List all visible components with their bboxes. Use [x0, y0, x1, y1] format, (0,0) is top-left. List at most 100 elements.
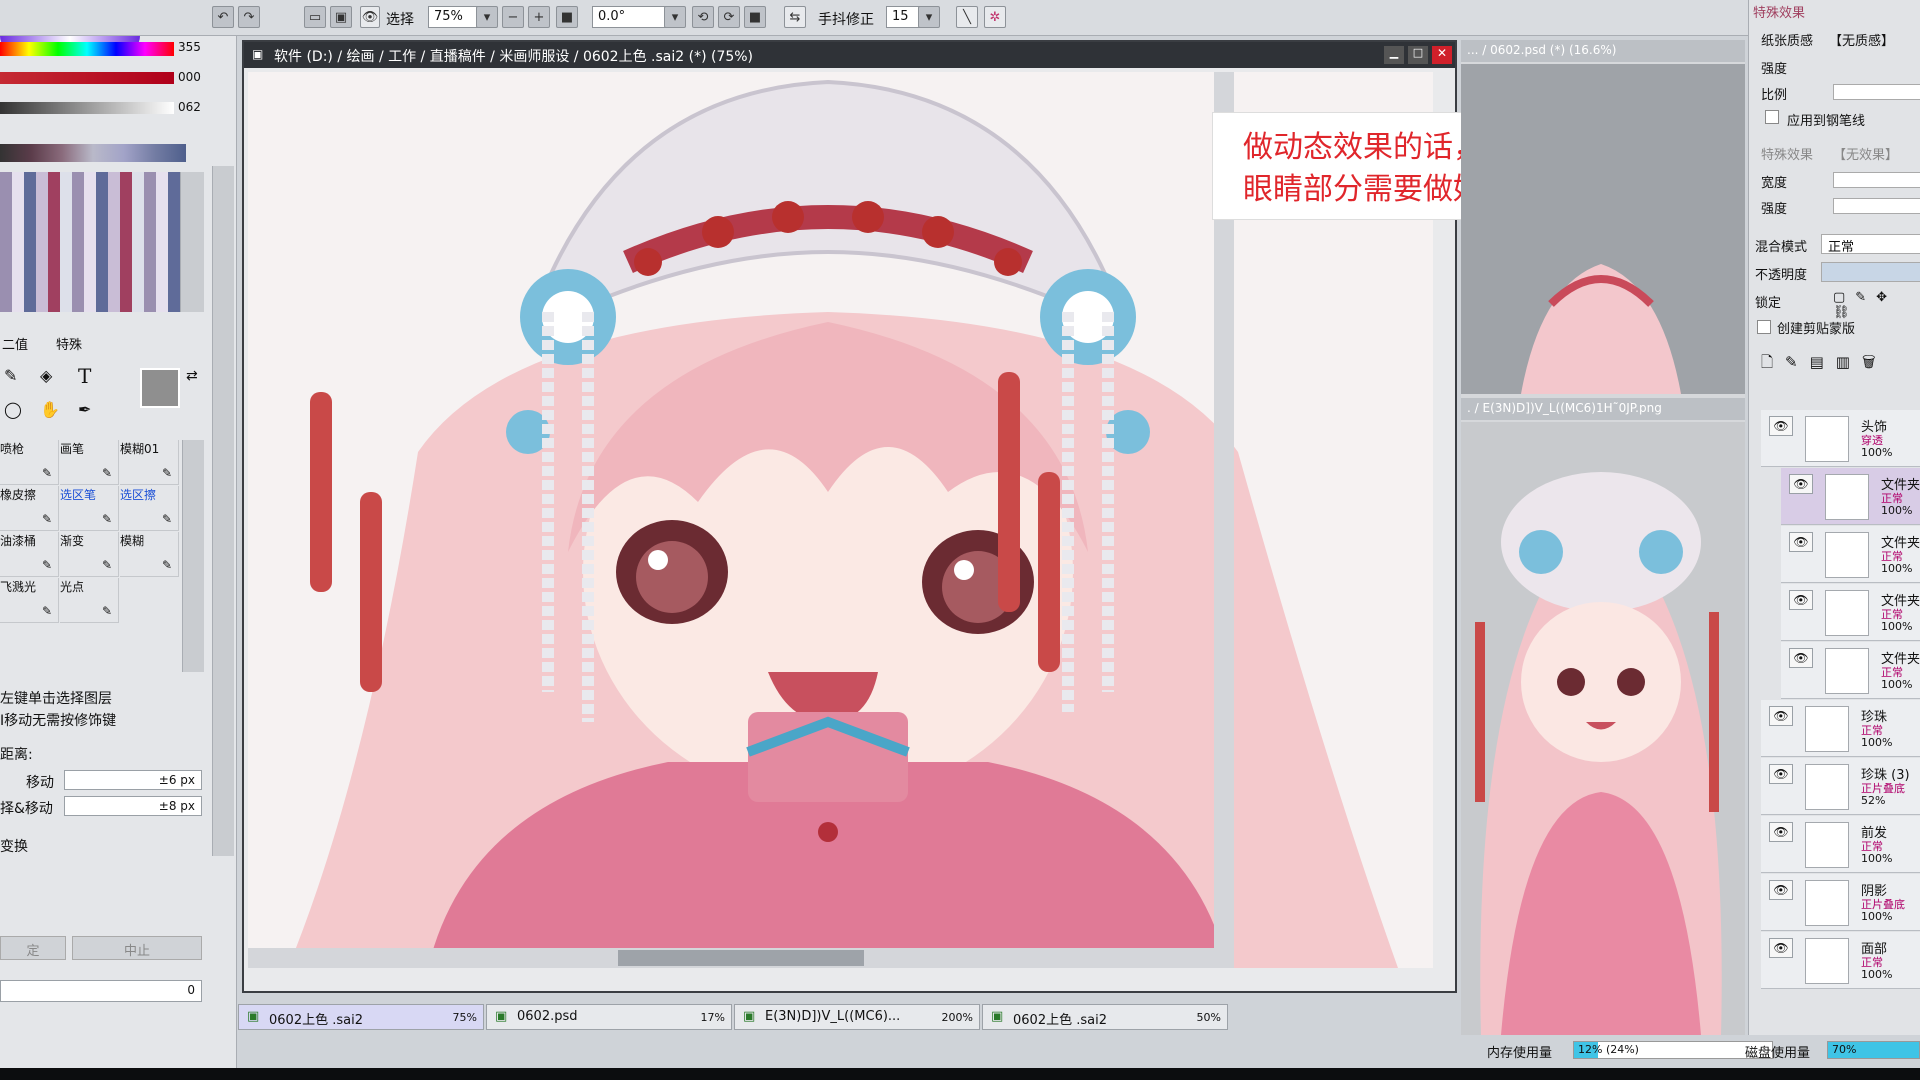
- brush-cell[interactable]: 选区擦 ✎: [120, 486, 179, 531]
- visibility-eye-icon[interactable]: 👁: [1769, 938, 1793, 958]
- tab-binary[interactable]: 二值: [2, 334, 28, 353]
- text-tool-icon[interactable]: T: [78, 364, 106, 392]
- primary-color-swatch[interactable]: [140, 368, 180, 408]
- canvas-horizontal-scrollbar[interactable]: [248, 948, 1214, 968]
- hue-slider[interactable]: [0, 42, 174, 56]
- document-tab[interactable]: ▣ 0602上色 .sai2 75%: [238, 1004, 484, 1030]
- layer-row[interactable]: 👁文件夹2正常100%: [1781, 642, 1920, 699]
- visibility-eye-icon[interactable]: 👁: [1789, 648, 1813, 668]
- brush-cell[interactable]: 渐变 ✎: [60, 532, 119, 577]
- stabilizer-field[interactable]: 15: [886, 6, 922, 28]
- visibility-eye-icon[interactable]: 👁: [1789, 474, 1813, 494]
- cancel-button[interactable]: 中止: [72, 936, 202, 960]
- brush-cell[interactable]: 喷枪 ✎: [0, 440, 59, 485]
- lock-icons[interactable]: ▢✎✥⛓: [1833, 290, 1920, 320]
- width-slider[interactable]: [1833, 172, 1920, 188]
- visibility-eye-icon[interactable]: 👁: [1789, 532, 1813, 552]
- brush-cell[interactable]: 橡皮擦 ✎: [0, 486, 59, 531]
- layer-row[interactable]: 👁 前发 正常 100%: [1761, 816, 1920, 873]
- canvas-scroll-thumb[interactable]: [618, 950, 864, 966]
- layer-row[interactable]: 👁文件夹3正常100%: [1781, 584, 1920, 641]
- snap-icon[interactable]: ✲: [984, 6, 1006, 28]
- maximize-button[interactable]: □: [1408, 46, 1428, 64]
- rotate-dropdown-icon[interactable]: ▾: [664, 6, 686, 28]
- brush-cell[interactable]: 飞溅光 ✎: [0, 578, 59, 623]
- stabilizer-dropdown-icon[interactable]: ▾: [918, 6, 940, 28]
- line-tool-icon[interactable]: ╲: [956, 6, 978, 28]
- ratio-slider[interactable]: [1833, 84, 1920, 100]
- zoom-reset-button[interactable]: ■: [556, 6, 578, 28]
- wand-icon[interactable]: ✎: [4, 366, 32, 394]
- visibility-eye-icon[interactable]: 👁: [1789, 590, 1813, 610]
- move-slider[interactable]: ±6 px: [64, 770, 202, 790]
- secondary-view-1[interactable]: [1461, 64, 1745, 394]
- color-history-strip[interactable]: [0, 144, 186, 162]
- secondary-view-2[interactable]: [1461, 422, 1745, 1035]
- zoom-dropdown-icon[interactable]: ▾: [476, 6, 498, 28]
- layer-row[interactable]: 👁 珍珠 正常 100%: [1761, 700, 1920, 757]
- visibility-eye-icon[interactable]: 👁: [1769, 416, 1793, 436]
- canvas-titlebar: ▣ 软件 (D:) / 绘画 / 工作 / 直播稿件 / 米画师服设 / 060…: [244, 42, 1455, 68]
- brush-cell[interactable]: 模糊 ✎: [120, 532, 179, 577]
- rotate-reset-button[interactable]: ■: [744, 6, 766, 28]
- paper-value[interactable]: 【无质感】: [1829, 30, 1894, 49]
- rotate-move-slider[interactable]: ±8 px: [64, 796, 202, 816]
- zoom-in-button[interactable]: +: [528, 6, 550, 28]
- rotate-left-button[interactable]: ⟲: [692, 6, 714, 28]
- brush-cell[interactable]: 光点 ✎: [60, 578, 119, 623]
- brush-cell[interactable]: 画笔 ✎: [60, 440, 119, 485]
- swap-colors-icon[interactable]: ⇄: [186, 368, 198, 384]
- lasso-icon[interactable]: ◯: [4, 400, 32, 428]
- layer-action-icons[interactable]: 🗋✎▤▥🗑: [1761, 352, 1888, 377]
- eyedropper-icon[interactable]: ✒: [78, 400, 106, 428]
- opacity-slider[interactable]: [1821, 262, 1920, 282]
- deselect-button[interactable]: ▭: [304, 6, 326, 28]
- visibility-eye-icon[interactable]: 👁: [1769, 706, 1793, 726]
- apply-brush-checkbox[interactable]: [1765, 110, 1779, 124]
- document-tab[interactable]: ▣ 0602上色 .sai2 50%: [982, 1004, 1228, 1030]
- visibility-eye-icon[interactable]: 👁: [1769, 822, 1793, 842]
- value-slider[interactable]: [0, 102, 174, 114]
- value-value: 062: [178, 100, 201, 114]
- close-icon[interactable]: ✕: [1432, 46, 1452, 64]
- rotate-right-button[interactable]: ⟳: [718, 6, 740, 28]
- document-tab[interactable]: ▣ E(3N)D])V_L((MC6)... 200%: [734, 1004, 980, 1030]
- visibility-eye-icon[interactable]: 👁: [1769, 764, 1793, 784]
- layer-row[interactable]: 👁 珍珠 (3) 正片叠底 52%: [1761, 758, 1920, 815]
- invert-selection-button[interactable]: ▣: [330, 6, 352, 28]
- flip-icon[interactable]: ⇆: [784, 6, 806, 28]
- bottom-strip: [0, 1068, 1920, 1080]
- hand-icon[interactable]: ✋: [40, 400, 68, 428]
- tab-special[interactable]: 特殊: [56, 334, 82, 353]
- ok-button[interactable]: 定: [0, 936, 66, 960]
- undo-icon[interactable]: ↶: [212, 6, 234, 28]
- eye-icon[interactable]: 👁: [360, 6, 380, 28]
- left-panel-scrollbar[interactable]: [212, 166, 234, 856]
- effect-value[interactable]: 【无效果】: [1833, 144, 1898, 163]
- blend-mode-select[interactable]: 正常: [1821, 234, 1920, 255]
- minimize-button[interactable]: ▁: [1384, 46, 1404, 64]
- shape-icon[interactable]: ◈: [40, 366, 68, 394]
- layer-row[interactable]: 👁 阴影 正片叠底 100%: [1761, 874, 1920, 931]
- brush-cell[interactable]: 选区笔 ✎: [60, 486, 119, 531]
- brush-label: 画笔: [60, 442, 85, 456]
- brush-cell[interactable]: 模糊01 ✎: [120, 440, 179, 485]
- zoom-out-button[interactable]: −: [502, 6, 524, 28]
- brush-cell[interactable]: 油漆桶 ✎: [0, 532, 59, 577]
- clip-checkbox[interactable]: [1757, 320, 1771, 334]
- saturation-slider[interactable]: [0, 72, 174, 84]
- rotate-field[interactable]: 0.0°: [592, 6, 672, 28]
- document-tabs: ▣ 0602上色 .sai2 75% ▣ 0602.psd 17% ▣ E(3N)D])V_L…: [238, 1000, 1460, 1034]
- redo-icon[interactable]: ↷: [238, 6, 260, 28]
- swatch-scrollbar[interactable]: [180, 172, 204, 312]
- visibility-eye-icon[interactable]: 👁: [1769, 880, 1793, 900]
- layer-row[interactable]: 👁 面部 正常 100%: [1761, 932, 1920, 989]
- brush-scrollbar[interactable]: [182, 440, 204, 672]
- layer-row[interactable]: 👁 头饰 穿透 100%: [1761, 410, 1920, 467]
- color-swatches[interactable]: [0, 172, 180, 312]
- counter-field[interactable]: 0: [0, 980, 202, 1002]
- strength2-slider[interactable]: [1833, 198, 1920, 214]
- layer-row[interactable]: 👁文件夹4正常100%: [1781, 526, 1920, 583]
- layer-row[interactable]: 👁文件夹1正常100%: [1781, 468, 1920, 525]
- document-tab[interactable]: ▣ 0602.psd 17%: [486, 1004, 732, 1030]
